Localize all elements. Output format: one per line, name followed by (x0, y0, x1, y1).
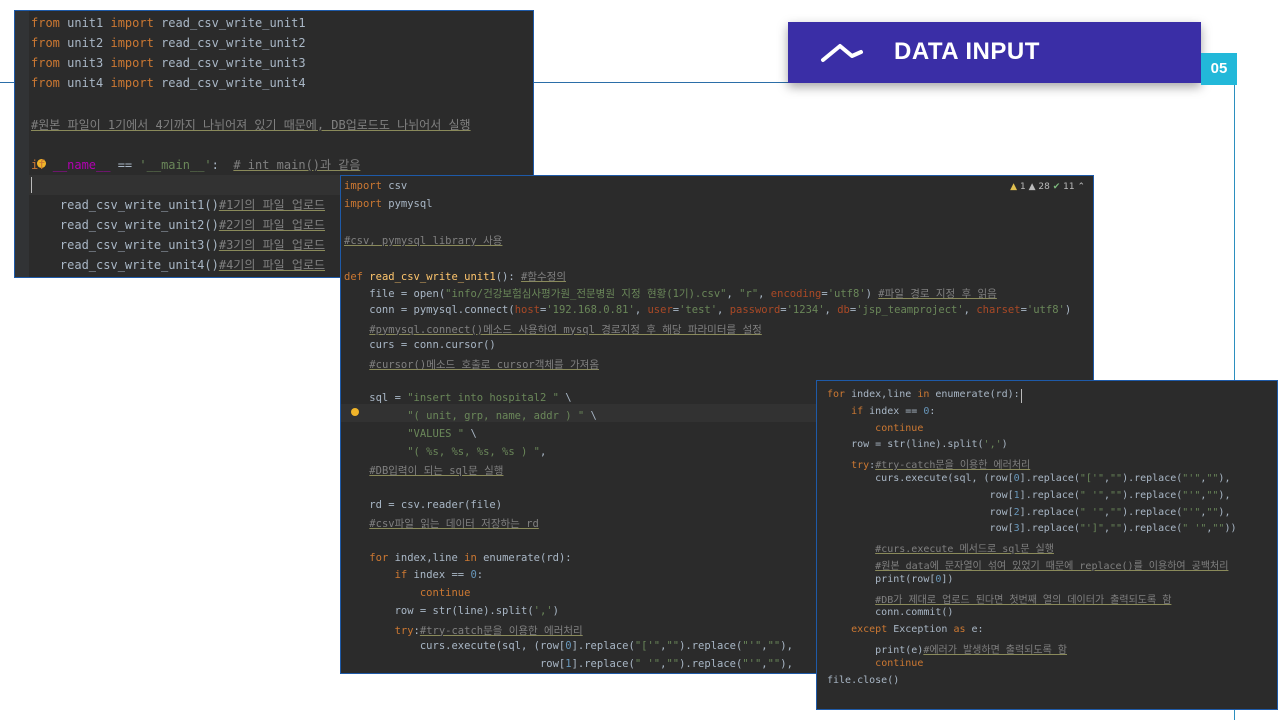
code-line[interactable]: row[3].replace("']","").replace(" '","")… (827, 523, 1277, 534)
code-line[interactable]: if index == 0: (827, 406, 1277, 417)
code-line[interactable]: curs = conn.cursor() (344, 339, 1093, 351)
code-line[interactable]: continue (827, 658, 1277, 669)
code-line[interactable]: row[1].replace(" '","").replace("'",""), (827, 490, 1277, 501)
code-line[interactable]: #원본 data에 문자열이 섞여 있었기 때문에 replace()를 이용하… (827, 557, 1277, 572)
code-line[interactable]: file = open("info/건강보험심사평가원_전문병원 지정 현황(1… (344, 286, 1093, 301)
code-line[interactable]: import pymysql (344, 198, 1093, 210)
code-line[interactable]: conn = pymysql.connect(host='192.168.0.8… (344, 304, 1093, 316)
editor-gutter (15, 11, 29, 277)
code-line[interactable]: print(row[0]) (827, 574, 1277, 585)
code-line[interactable]: print(e)#에러가 발생하면 출력되도록 함 (827, 641, 1277, 656)
code-line[interactable]: from unit4 import read_csv_write_unit4 (31, 76, 533, 90)
code-line[interactable]: #csv, pymysql library 사용 (344, 233, 1093, 248)
code-line[interactable]: from unit1 import read_csv_write_unit1 (31, 16, 533, 30)
code-line[interactable]: file.close() (827, 675, 1277, 686)
code-line[interactable]: import csv (344, 180, 1093, 192)
chart-peak-icon (821, 44, 863, 62)
code-editor-loop[interactable]: for index,line in enumerate(rd): if inde… (816, 380, 1278, 710)
code-line[interactable]: continue (827, 423, 1277, 434)
code-line[interactable]: from unit2 import read_csv_write_unit2 (31, 36, 533, 50)
code-line[interactable]: #DB가 제대로 업로드 된다면 첫번째 열의 데이터가 출력되도록 함 (827, 591, 1277, 606)
code-line[interactable]: for index,line in enumerate(rd): (827, 389, 1277, 400)
code-line[interactable]: def read_csv_write_unit1(): #함수정의 (344, 269, 1093, 284)
code-line[interactable]: except Exception as e: (827, 624, 1277, 635)
slide-title: DATA INPUT (894, 38, 1040, 65)
code-line[interactable]: conn.commit() (827, 607, 1277, 618)
code-line[interactable]: if __name__ == '__main__': # int main()과… (31, 156, 533, 173)
code-line[interactable]: row = str(line).split(',') (827, 439, 1277, 450)
slide-header: DATA INPUT (788, 22, 1201, 83)
text-caret (31, 177, 32, 193)
code-line[interactable]: try:#try-catch문을 이용한 에러처리 (827, 456, 1277, 471)
code-line[interactable]: row[2].replace(" '","").replace("'",""), (827, 507, 1277, 518)
code-line[interactable]: #cursor()메소드 호출로 cursor객체를 가져옴 (344, 357, 1093, 372)
code-line[interactable]: curs.execute(sql, (row[0].replace("['","… (827, 473, 1277, 484)
code-line[interactable]: from unit3 import read_csv_write_unit3 (31, 56, 533, 70)
code-line[interactable]: #pymysql.connect()메소드 사용하여 mysql 경로지정 후 … (344, 322, 1093, 337)
code-line[interactable]: #curs.execute 메서드로 sql문 실행 (827, 540, 1277, 555)
page-number-badge: 05 (1201, 53, 1237, 85)
code-line[interactable]: #원본 파일이 1기에서 4기까지 나뉘어져 있기 때문에, DB업로드도 나뉘… (31, 116, 533, 133)
